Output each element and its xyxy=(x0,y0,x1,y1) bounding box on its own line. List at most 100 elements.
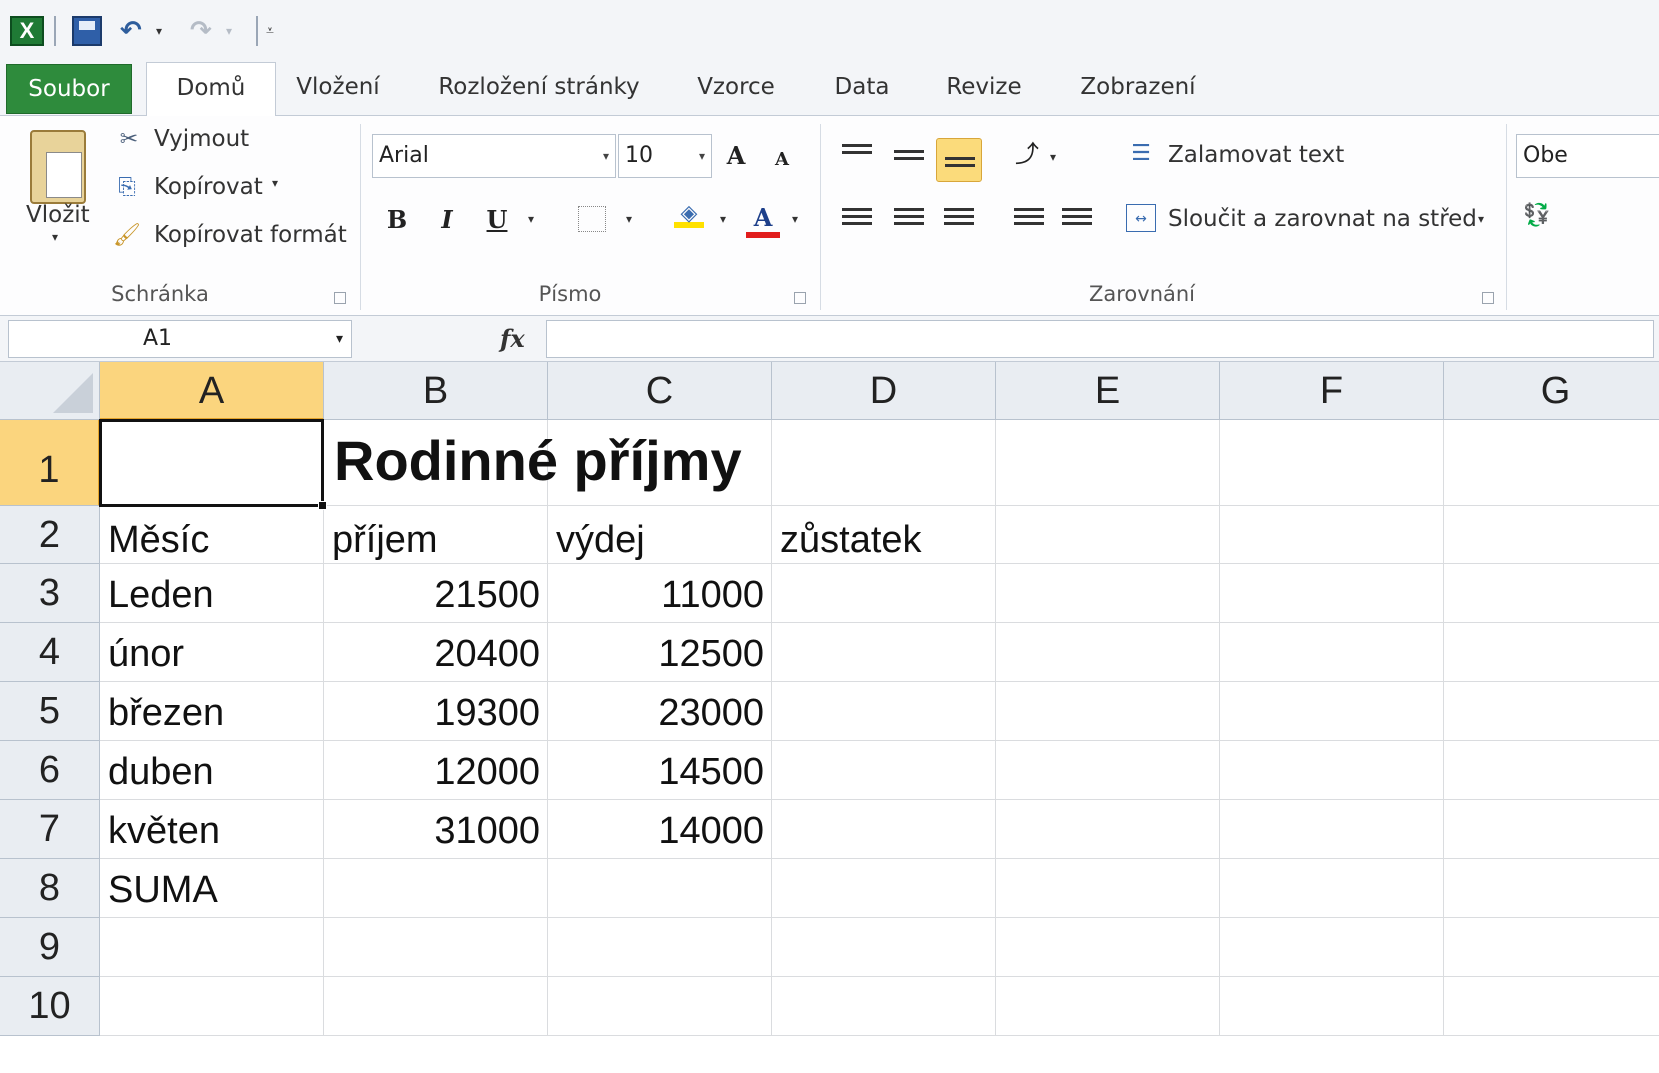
expense-cell[interactable]: 11000 xyxy=(548,564,772,623)
row-header-7[interactable]: 7 xyxy=(0,800,100,859)
select-all-corner[interactable] xyxy=(0,362,100,420)
cell-e9[interactable] xyxy=(996,918,1220,977)
align-right-icon[interactable] xyxy=(944,208,974,230)
cell-d4[interactable] xyxy=(772,623,996,682)
cell-d1[interactable] xyxy=(772,420,996,506)
cell-g2[interactable] xyxy=(1444,506,1659,564)
column-header-a[interactable]: A xyxy=(100,362,324,420)
header-cell[interactable]: zůstatek xyxy=(772,506,996,564)
month-cell[interactable]: březen xyxy=(100,682,324,741)
orientation-icon[interactable]: ⤴ xyxy=(1012,140,1042,168)
grow-font-button[interactable]: A xyxy=(720,136,752,176)
borders-dropdown-icon[interactable]: ▾ xyxy=(626,212,632,226)
cell-f7[interactable] xyxy=(1220,800,1444,859)
formula-input[interactable] xyxy=(546,320,1654,358)
number-format-select[interactable]: Obe xyxy=(1516,134,1659,178)
font-name-select[interactable]: Arial ▾ xyxy=(372,134,616,178)
income-cell[interactable]: 21500 xyxy=(324,564,548,623)
month-cell[interactable]: Leden xyxy=(100,564,324,623)
format-painter-button[interactable]: Kopírovat formát xyxy=(154,222,347,248)
cell-f6[interactable] xyxy=(1220,741,1444,800)
undo-dropdown-icon[interactable]: ▾ xyxy=(156,16,170,46)
name-box[interactable]: A1 ▾ xyxy=(8,320,352,358)
align-bottom-button[interactable] xyxy=(936,138,982,182)
cell-a10[interactable] xyxy=(100,977,324,1036)
income-cell[interactable]: 12000 xyxy=(324,741,548,800)
fill-color-icon[interactable]: ◈ xyxy=(674,200,704,228)
cell-g10[interactable] xyxy=(1444,977,1659,1036)
cell-d7[interactable] xyxy=(772,800,996,859)
column-header-g[interactable]: G xyxy=(1444,362,1659,420)
borders-icon[interactable] xyxy=(578,206,606,232)
cell-g7[interactable] xyxy=(1444,800,1659,859)
fill-color-dropdown-icon[interactable]: ▾ xyxy=(720,212,726,226)
redo-icon[interactable]: ↷ xyxy=(190,16,220,46)
column-header-f[interactable]: F xyxy=(1220,362,1444,420)
row-header-8[interactable]: 8 xyxy=(0,859,100,918)
tab-file[interactable]: Soubor xyxy=(6,64,132,114)
paste-dropdown-icon[interactable]: ▾ xyxy=(52,230,58,244)
income-cell[interactable]: 20400 xyxy=(324,623,548,682)
cell-f1[interactable] xyxy=(1220,420,1444,506)
row-header-1[interactable]: 1 xyxy=(0,420,100,506)
month-cell[interactable]: duben xyxy=(100,741,324,800)
copy-dropdown-icon[interactable]: ▾ xyxy=(272,176,278,190)
cell-g3[interactable] xyxy=(1444,564,1659,623)
month-cell[interactable]: únor xyxy=(100,623,324,682)
tab-page-layout[interactable]: Rozložení stránky xyxy=(432,62,646,116)
tab-view[interactable]: Zobrazení xyxy=(1072,62,1204,116)
row-header-3[interactable]: 3 xyxy=(0,564,100,623)
cell-f9[interactable] xyxy=(1220,918,1444,977)
cell-g9[interactable] xyxy=(1444,918,1659,977)
row-header-4[interactable]: 4 xyxy=(0,623,100,682)
cell-f5[interactable] xyxy=(1220,682,1444,741)
cell-g6[interactable] xyxy=(1444,741,1659,800)
wrap-text-button[interactable]: Zalamovat text xyxy=(1168,142,1344,168)
column-header-e[interactable]: E xyxy=(996,362,1220,420)
align-center-icon[interactable] xyxy=(894,208,924,230)
font-launcher-icon[interactable] xyxy=(794,292,806,304)
cell-c8[interactable] xyxy=(548,859,772,918)
customize-toolbar-icon[interactable]: ⩡ xyxy=(266,16,284,46)
cell-f8[interactable] xyxy=(1220,859,1444,918)
font-color-dropdown-icon[interactable]: ▾ xyxy=(792,212,798,226)
month-cell[interactable]: květen xyxy=(100,800,324,859)
underline-button[interactable]: U xyxy=(482,200,512,240)
cell-a9[interactable] xyxy=(100,918,324,977)
tab-home[interactable]: Domů xyxy=(146,62,276,118)
increase-indent-icon[interactable] xyxy=(1062,208,1092,230)
cell-c10[interactable] xyxy=(548,977,772,1036)
expense-cell[interactable]: 23000 xyxy=(548,682,772,741)
cell-g8[interactable] xyxy=(1444,859,1659,918)
cell-e4[interactable] xyxy=(996,623,1220,682)
cell-d6[interactable] xyxy=(772,741,996,800)
active-cell-selection[interactable] xyxy=(99,419,324,507)
align-top-icon[interactable] xyxy=(842,144,872,166)
bold-button[interactable]: B xyxy=(382,200,412,240)
header-cell[interactable]: příjem xyxy=(324,506,548,564)
cell-d5[interactable] xyxy=(772,682,996,741)
font-color-icon[interactable]: A xyxy=(746,198,780,238)
cell-f10[interactable] xyxy=(1220,977,1444,1036)
orientation-dropdown-icon[interactable]: ▾ xyxy=(1050,150,1056,164)
row-header-5[interactable]: 5 xyxy=(0,682,100,741)
insert-function-icon[interactable]: fx xyxy=(500,324,525,353)
shrink-font-button[interactable]: A xyxy=(768,140,796,180)
cell-b10[interactable] xyxy=(324,977,548,1036)
cell-g5[interactable] xyxy=(1444,682,1659,741)
cell-e2[interactable] xyxy=(996,506,1220,564)
cell-f4[interactable] xyxy=(1220,623,1444,682)
column-header-b[interactable]: B xyxy=(324,362,548,420)
merge-center-button[interactable]: Sloučit a zarovnat na střed xyxy=(1168,206,1477,232)
cell-c9[interactable] xyxy=(548,918,772,977)
cell-d8[interactable] xyxy=(772,859,996,918)
align-left-icon[interactable] xyxy=(842,208,872,230)
excel-icon[interactable]: X xyxy=(10,16,44,46)
expense-cell[interactable]: 14500 xyxy=(548,741,772,800)
clipboard-launcher-icon[interactable] xyxy=(334,292,346,304)
tab-insert[interactable]: Vložení xyxy=(290,62,386,116)
row-header-2[interactable]: 2 xyxy=(0,506,100,564)
cell-f2[interactable] xyxy=(1220,506,1444,564)
save-icon[interactable] xyxy=(72,16,102,46)
accounting-format-icon[interactable]: 💱 xyxy=(1522,202,1552,230)
